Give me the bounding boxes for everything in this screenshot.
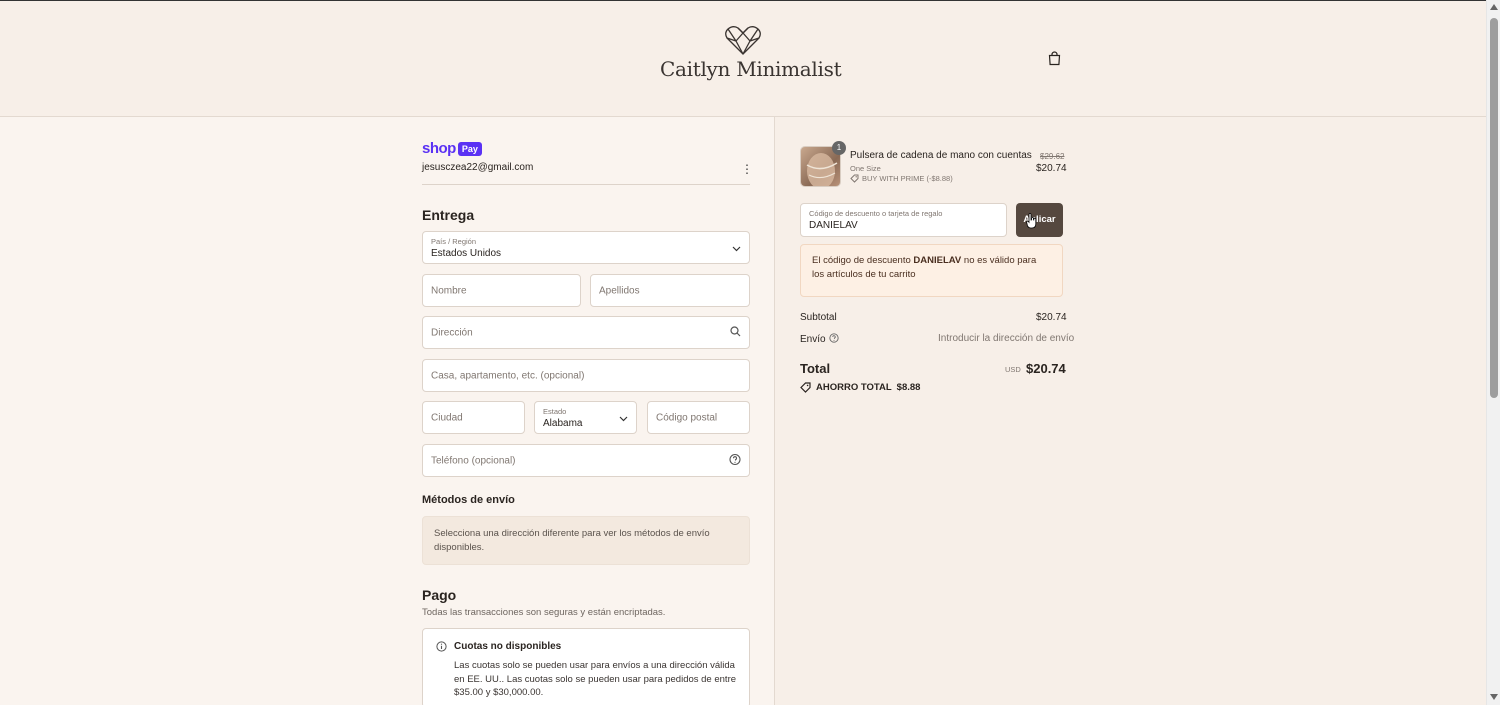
phone-input[interactable]: Teléfono (opcional): [422, 444, 750, 477]
country-value: Estados Unidos: [431, 248, 502, 259]
tag-icon: [850, 174, 859, 183]
zip-placeholder: Código postal: [656, 412, 718, 423]
product-price: $20.74: [1036, 163, 1067, 174]
country-label: País / Región: [431, 237, 477, 246]
state-value: Alabama: [543, 418, 583, 429]
country-select[interactable]: País / Región Estados Unidos: [422, 231, 750, 264]
first-name-placeholder: Nombre: [431, 285, 467, 296]
help-icon[interactable]: [729, 453, 741, 468]
payment-subtitle: Todas las transacciones son seguras y es…: [422, 607, 666, 618]
savings-value: $8.88: [896, 382, 921, 393]
brand-name: Caitlyn Minimalist: [660, 57, 842, 81]
total-label: Total: [800, 361, 831, 376]
cart-button[interactable]: [1047, 51, 1062, 69]
installments-text: Las cuotas solo se pueden usar para enví…: [454, 660, 737, 698]
apply-discount-button[interactable]: Aplicar: [1016, 203, 1063, 237]
shop-pay-logo: shop Pay: [422, 140, 482, 157]
subtotal-label: Subtotal: [800, 312, 837, 323]
total-value: $20.74: [1026, 361, 1066, 376]
discount-code-value: DANIELAV: [809, 220, 858, 231]
shipping-message: Selecciona una dirección diferente para …: [422, 516, 750, 565]
last-name-placeholder: Apellidos: [599, 285, 640, 296]
kebab-menu-icon: ⋮: [741, 162, 753, 176]
shipping-label: Envío: [800, 334, 826, 345]
account-email: jesusczea22@gmail.com: [422, 162, 534, 173]
currency-label: USD: [1005, 365, 1021, 374]
heart-logo-icon: [724, 26, 761, 55]
search-icon: [730, 325, 741, 340]
product-discount-label: BUY WITH PRIME (-$8.88): [862, 174, 953, 183]
installments-box: Cuotas no disponibles Las cuotas solo se…: [422, 628, 750, 705]
chevron-down-icon: [619, 411, 628, 425]
product-old-price: $29.62: [1040, 152, 1065, 161]
address-placeholder: Dirección: [431, 327, 473, 338]
scroll-up-arrow-icon[interactable]: [1490, 4, 1498, 10]
product-discount-tag: BUY WITH PRIME (-$8.88): [850, 174, 953, 183]
savings-label: AHORRO TOTAL: [816, 382, 892, 393]
shipping-value: Introducir la dirección de envío: [938, 333, 1075, 344]
divider: [422, 184, 750, 185]
shopping-bag-icon: [1048, 51, 1061, 66]
scrollbar-thumb[interactable]: [1490, 18, 1498, 398]
product-variant: One Size: [850, 164, 881, 173]
hand-cursor-icon: [1026, 213, 1038, 232]
shop-label: shop: [422, 140, 456, 157]
city-placeholder: Ciudad: [431, 412, 463, 423]
quantity-badge: 1: [832, 141, 846, 155]
info-icon: [436, 641, 447, 655]
store-logo[interactable]: Caitlyn Minimalist: [660, 25, 842, 81]
state-label: Estado: [543, 407, 567, 416]
discount-error-message: El código de descuento DANIELAV no es vá…: [800, 244, 1063, 297]
apartment-input[interactable]: Casa, apartamento, etc. (opcional): [422, 359, 750, 392]
state-select[interactable]: Estado Alabama: [534, 401, 637, 434]
last-name-input[interactable]: Apellidos: [590, 274, 750, 307]
discount-code-input[interactable]: Código de descuento o tarjeta de regalo …: [800, 203, 1007, 237]
page-scrollbar[interactable]: [1486, 0, 1500, 705]
phone-placeholder: Teléfono (opcional): [431, 455, 516, 466]
error-code: DANIELAV: [913, 255, 962, 266]
scroll-down-arrow-icon[interactable]: [1490, 694, 1498, 700]
payment-title: Pago: [422, 587, 457, 603]
delivery-title: Entrega: [422, 207, 475, 223]
shipping-title: Métodos de envío: [422, 494, 515, 506]
header: Caitlyn Minimalist: [0, 1, 1486, 117]
total-savings: AHORRO TOTAL $8.88: [800, 382, 920, 393]
help-icon[interactable]: [828, 333, 839, 346]
product-name: Pulsera de cadena de mano con cuentas: [850, 150, 1032, 161]
tag-icon: [800, 382, 811, 393]
zip-input[interactable]: Código postal: [647, 401, 750, 434]
shipping-row: Envío: [800, 333, 839, 346]
city-input[interactable]: Ciudad: [422, 401, 525, 434]
installments-title: Cuotas no disponibles: [454, 641, 562, 652]
address-input[interactable]: Dirección: [422, 316, 750, 349]
pay-badge: Pay: [457, 141, 482, 156]
account-menu-button[interactable]: ⋮: [741, 162, 753, 176]
chevron-down-icon: [732, 241, 741, 255]
apartment-placeholder: Casa, apartamento, etc. (opcional): [431, 370, 585, 381]
error-prefix: El código de descuento: [812, 255, 914, 266]
discount-code-label: Código de descuento o tarjeta de regalo: [809, 209, 943, 218]
first-name-input[interactable]: Nombre: [422, 274, 581, 307]
subtotal-value: $20.74: [1036, 312, 1067, 323]
